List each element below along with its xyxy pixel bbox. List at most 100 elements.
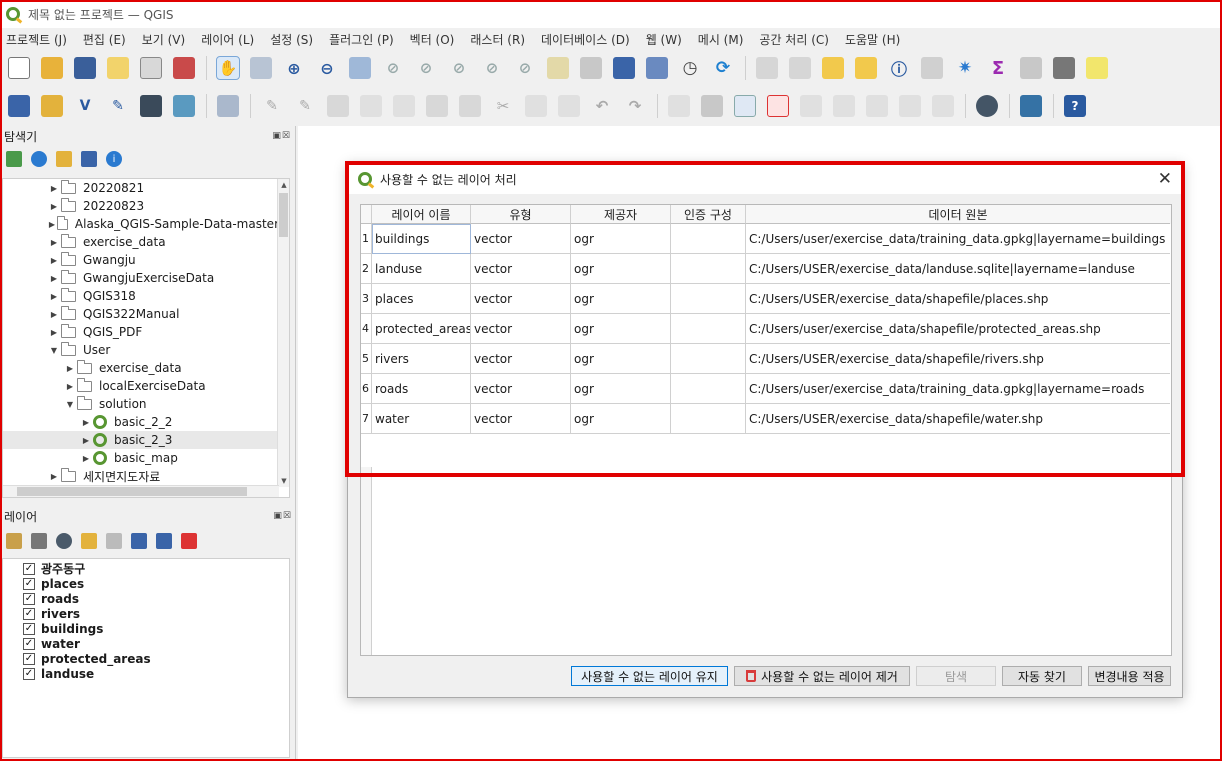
save-project-icon[interactable] xyxy=(74,57,96,79)
menu-web[interactable]: 웹 (W) xyxy=(646,31,682,48)
layer-item[interactable]: ✓ landuse xyxy=(3,666,289,681)
layer-name-cell[interactable]: rivers xyxy=(372,344,471,374)
new-memory-layer-icon[interactable] xyxy=(140,95,162,117)
provider-cell[interactable]: ogr xyxy=(571,374,671,404)
chevron-right-icon[interactable]: ▶ xyxy=(47,238,61,247)
browser-tree-item[interactable]: ▶ 세지면지도자료 xyxy=(3,467,279,485)
undo-icon[interactable]: ↶ xyxy=(591,95,613,117)
move-label-icon[interactable] xyxy=(800,95,822,117)
add-group-icon[interactable] xyxy=(31,533,47,549)
layer-item[interactable]: ✓ water xyxy=(3,636,289,651)
zoom-to-layer-icon[interactable]: ⊘ xyxy=(415,57,437,79)
layer-name-cell[interactable]: buildings xyxy=(372,224,471,254)
provider-cell[interactable]: ogr xyxy=(571,284,671,314)
open-project-icon[interactable] xyxy=(41,57,63,79)
menu-view[interactable]: 보기 (V) xyxy=(142,31,185,48)
browser-vertical-scrollbar[interactable]: ▲ ▼ xyxy=(277,179,289,487)
remove-layer-icon[interactable] xyxy=(181,533,197,549)
statistics-sigma-icon[interactable]: Σ xyxy=(987,57,1009,79)
auth-config-cell[interactable] xyxy=(671,404,746,434)
browser-tree-item[interactable]: ▶ 20220823 xyxy=(3,197,279,215)
remove-unavailable-layers-button[interactable]: 사용할 수 없는 레이어 제거 xyxy=(734,666,910,686)
show-hide-labels-icon[interactable] xyxy=(767,95,789,117)
provider-cell[interactable]: ogr xyxy=(571,224,671,254)
save-edits-icon[interactable] xyxy=(327,95,349,117)
menu-raster[interactable]: 래스터 (R) xyxy=(470,31,525,48)
layer-visibility-checkbox[interactable]: ✓ xyxy=(23,577,35,590)
table-row[interactable]: 2 landuse vector ogr C:/Users/USER/exercise_… xyxy=(361,254,1171,284)
chevron-down-icon[interactable]: ▼ xyxy=(47,346,61,355)
zoom-to-selection-icon[interactable]: ⊘ xyxy=(382,57,404,79)
layer-visibility-checkbox[interactable]: ✓ xyxy=(23,622,35,635)
auth-config-cell[interactable] xyxy=(671,224,746,254)
layer-name-cell[interactable]: landuse xyxy=(372,254,471,284)
zoom-in-icon[interactable]: ⊕ xyxy=(283,57,305,79)
layer-visibility-checkbox[interactable]: ✓ xyxy=(23,637,35,650)
new-3d-view-icon[interactable] xyxy=(580,57,602,79)
chevron-right-icon[interactable]: ▶ xyxy=(47,328,61,337)
pin-labels-icon[interactable] xyxy=(701,95,723,117)
close-icon[interactable]: ✕ xyxy=(1158,169,1172,189)
new-print-layout-icon[interactable] xyxy=(107,57,129,79)
browser-horizontal-scrollbar[interactable] xyxy=(3,485,279,497)
delete-selected-icon[interactable] xyxy=(459,95,481,117)
visibility-eye-icon[interactable] xyxy=(56,533,72,549)
zoom-next-icon[interactable]: ⊘ xyxy=(514,57,536,79)
add-feature-icon[interactable] xyxy=(360,95,382,117)
toggle-editing-icon[interactable]: ✎ xyxy=(294,95,316,117)
menu-vector[interactable]: 벡터 (O) xyxy=(410,31,455,48)
browser-tree-item[interactable]: ▶ basic_map xyxy=(3,449,279,467)
filter-browser-icon[interactable] xyxy=(56,151,72,167)
layer-item[interactable]: ✓ protected_areas xyxy=(3,651,289,666)
new-geopackage-icon[interactable] xyxy=(41,95,63,117)
panel-float-close-icons[interactable]: ▣☒ xyxy=(273,511,292,521)
type-cell[interactable]: vector xyxy=(471,344,571,374)
type-cell[interactable]: vector xyxy=(471,254,571,284)
menu-processing[interactable]: 공간 처리 (C) xyxy=(759,31,829,48)
browser-tree-item[interactable]: ▶ 20220821 xyxy=(3,179,279,197)
add-layer-icon[interactable] xyxy=(6,151,22,167)
provider-cell[interactable]: ogr xyxy=(571,254,671,284)
redo-icon[interactable]: ↷ xyxy=(624,95,646,117)
collapse-all-layers-icon[interactable] xyxy=(156,533,172,549)
layer-visibility-checkbox[interactable]: ✓ xyxy=(23,667,35,680)
chevron-right-icon[interactable]: ▶ xyxy=(63,364,77,373)
type-cell[interactable]: vector xyxy=(471,374,571,404)
type-cell[interactable]: vector xyxy=(471,284,571,314)
browser-tree-item[interactable]: ▶ basic_2_2 xyxy=(3,413,279,431)
type-cell[interactable]: vector xyxy=(471,404,571,434)
refresh-icon[interactable]: ⟳ xyxy=(712,57,734,79)
browser-tree-item[interactable]: ▶ Gwangju xyxy=(3,251,279,269)
browse-button[interactable]: 탐색 xyxy=(916,666,996,686)
menu-plugins[interactable]: 플러그인 (P) xyxy=(329,31,394,48)
column-header-provider[interactable]: 제공자 xyxy=(571,205,671,224)
layer-name-cell[interactable]: roads xyxy=(372,374,471,404)
layer-item[interactable]: ✓ buildings xyxy=(3,621,289,636)
map-tips-icon[interactable] xyxy=(1086,57,1108,79)
chevron-right-icon[interactable]: ▶ xyxy=(47,184,61,193)
chevron-right-icon[interactable]: ▶ xyxy=(47,472,61,481)
layer-item[interactable]: ✓ rivers xyxy=(3,606,289,621)
layer-item[interactable]: ✓ roads xyxy=(3,591,289,606)
digitize-pen-icon[interactable]: ✎ xyxy=(107,95,129,117)
filter-expression-icon[interactable] xyxy=(106,533,122,549)
auth-config-cell[interactable] xyxy=(671,284,746,314)
data-source-manager-icon[interactable] xyxy=(8,95,30,117)
refresh-browser-icon[interactable] xyxy=(31,151,47,167)
column-header-data-source[interactable]: 데이터 원본 xyxy=(746,205,1170,224)
data-source-cell[interactable]: C:/Users/USER/exercise_data/landuse.sqli… xyxy=(746,254,1170,284)
settings-gear-icon[interactable]: ✷ xyxy=(954,57,976,79)
new-shapefile-icon[interactable]: V xyxy=(74,95,96,117)
provider-cell[interactable]: ogr xyxy=(571,404,671,434)
keep-unavailable-layers-button[interactable]: 사용할 수 없는 레이어 유지 xyxy=(571,666,728,686)
properties-info-icon[interactable]: i xyxy=(106,151,122,167)
column-header-layer-name[interactable]: 레이어 이름 xyxy=(372,205,471,224)
style-manager-icon[interactable] xyxy=(173,57,195,79)
menu-database[interactable]: 데이터베이스 (D) xyxy=(541,31,630,48)
diagram-icon[interactable] xyxy=(932,95,954,117)
identify-icon[interactable]: ⓘ xyxy=(888,57,910,79)
label-toolbar-icon[interactable] xyxy=(668,95,690,117)
browser-tree-item[interactable]: ▶ Alaska_QGIS-Sample-Data-master xyxy=(3,215,279,233)
chevron-right-icon[interactable]: ▶ xyxy=(47,202,61,211)
attribute-table-icon[interactable] xyxy=(921,57,943,79)
